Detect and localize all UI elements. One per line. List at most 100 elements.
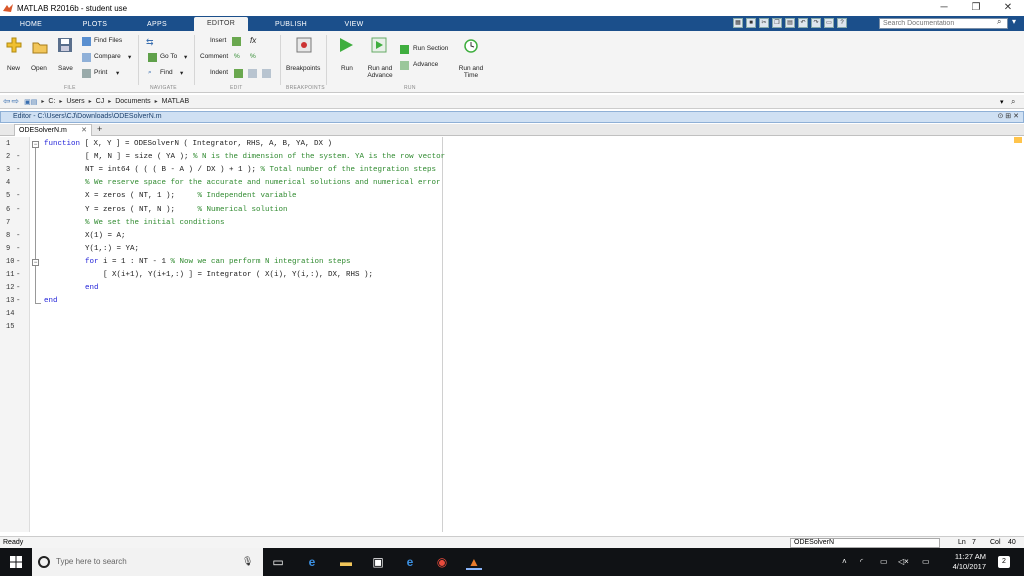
breakpoint-marker[interactable]: -	[16, 151, 21, 164]
task-view-icon[interactable]: ▭	[270, 554, 286, 570]
paste-icon[interactable]: ▤	[785, 18, 795, 28]
comment-icon[interactable]: %	[234, 53, 240, 60]
breakpoint-marker[interactable]: -	[16, 243, 21, 256]
editor-window-controls[interactable]: ⊙ ⊞ ✕	[998, 112, 1020, 122]
new-icon[interactable]	[6, 37, 22, 53]
chevron-down-icon[interactable]: ▾	[128, 53, 131, 61]
breakpoint-marker[interactable]: -	[16, 282, 21, 295]
decrease-indent-icon[interactable]	[262, 69, 271, 78]
breadcrumb-drive[interactable]: C:	[48, 98, 55, 105]
code-line[interactable]: 10- − for i = 1 : NT - 1 % Now we can perf…	[0, 256, 1024, 269]
close-icon[interactable]: ✕	[81, 125, 87, 136]
internet-explorer-icon[interactable]: e	[402, 554, 418, 570]
breakpoint-marker[interactable]: -	[16, 190, 21, 203]
tab-editor[interactable]: EDITOR	[194, 17, 248, 31]
find-files-button[interactable]: Find Files	[94, 37, 122, 44]
code-line[interactable]: 5- X = zeros ( NT, 1 ); % Independent var…	[0, 190, 1024, 203]
add-tab-icon[interactable]: +	[97, 124, 102, 135]
open-button[interactable]: Open	[31, 65, 47, 72]
code-line[interactable]: 2- [ M, N ] = size ( YA ); % N is the dim…	[0, 151, 1024, 164]
code-line[interactable]: 12- end	[0, 282, 1024, 295]
notification-center-icon[interactable]: 2	[998, 556, 1010, 568]
advance-button[interactable]: Advance	[413, 61, 438, 68]
tab-publish[interactable]: PUBLISH	[262, 18, 320, 31]
breadcrumb-cj[interactable]: CJ	[96, 98, 105, 105]
matlab-taskbar-icon[interactable]: ▲	[466, 554, 482, 570]
file-explorer-icon[interactable]: ▬	[338, 554, 354, 570]
fold-toggle-icon[interactable]: −	[32, 141, 39, 148]
code-line[interactable]: 6- Y = zeros ( NT, N ); % Numerical solut…	[0, 204, 1024, 217]
breakpoint-marker[interactable]: -	[16, 269, 21, 282]
run-and-time-button[interactable]: Run and Time	[457, 65, 485, 79]
fx-icon[interactable]: fx	[250, 36, 256, 45]
close-icon[interactable]: ✕	[992, 0, 1024, 16]
chevron-up-icon[interactable]: ˄	[842, 557, 847, 566]
find-button[interactable]: Find	[160, 69, 173, 76]
chevron-down-icon[interactable]: ▾	[116, 69, 119, 77]
breakpoint-marker[interactable]: -	[16, 164, 21, 177]
increase-indent-icon[interactable]	[248, 69, 257, 78]
code-line[interactable]: 14	[0, 308, 1024, 321]
window-icon[interactable]: ▭	[824, 18, 834, 28]
code-line[interactable]: 9- Y(1,:) = YA;	[0, 243, 1024, 256]
windows-start-icon[interactable]	[10, 556, 22, 568]
code-line[interactable]: 13- end	[0, 295, 1024, 308]
compare-button[interactable]: Compare	[94, 53, 121, 60]
run-icon[interactable]	[338, 37, 354, 53]
breakpoints-icon[interactable]	[296, 37, 312, 53]
taskbar-search[interactable]: Type here to search 🎙	[32, 548, 263, 576]
search-folder-icon[interactable]: ⌕	[1011, 97, 1015, 107]
indent-button[interactable]: Indent	[210, 69, 228, 76]
run-and-advance-icon[interactable]	[371, 37, 387, 53]
battery-icon[interactable]: ▭	[880, 557, 888, 566]
tab-view[interactable]: VIEW	[330, 18, 378, 31]
taskbar-clock[interactable]: 11:27 AM 4/10/2017	[948, 552, 986, 572]
tab-odesolvern[interactable]: ODESolverN.m ✕	[14, 124, 92, 136]
comment-button[interactable]: Comment	[200, 53, 228, 60]
breakpoints-button[interactable]: Breakpoints	[286, 65, 320, 72]
code-line[interactable]: 15	[0, 321, 1024, 334]
code-editor[interactable]: 1− function [ X, Y ] = ODESolverN ( Integ…	[0, 137, 1024, 532]
code-line[interactable]: 11- [ X(i+1), Y(i+1,:) ] = Integrator ( …	[0, 269, 1024, 282]
collapse-ribbon-icon[interactable]: ▾	[1012, 17, 1016, 26]
new-button[interactable]: New	[7, 65, 20, 72]
tab-home[interactable]: HOME	[8, 18, 54, 31]
code-line[interactable]: 8- X(1) = A;	[0, 230, 1024, 243]
tab-apps[interactable]: APPS	[134, 18, 180, 31]
breakpoint-marker[interactable]: -	[16, 256, 21, 269]
code-line[interactable]: 7 % We set the initial conditions	[0, 217, 1024, 230]
microphone-icon[interactable]: 🎙	[242, 556, 253, 567]
chevron-down-icon[interactable]: ▾	[1000, 98, 1004, 106]
cut-icon[interactable]: ✂	[759, 18, 769, 28]
code-line[interactable]: 1 − function [ X, Y ] = ODESolverN ( Integ…	[0, 138, 1024, 151]
help-icon[interactable]: ?	[837, 18, 847, 28]
search-icon[interactable]: ⌕	[997, 17, 1001, 27]
breadcrumb-matlab[interactable]: MATLAB	[162, 98, 190, 105]
volume-icon[interactable]: ◁×	[898, 557, 909, 566]
breadcrumb-users[interactable]: Users	[66, 98, 84, 105]
back-forward-icon[interactable]: ⇆	[146, 37, 154, 48]
back-forward-icon[interactable]: ⇦⇨	[3, 96, 20, 107]
uncomment-icon[interactable]: %	[250, 53, 256, 60]
address-bar[interactable]: ⇦⇨ ▣▤ ▸ C: ▸ Users ▸ CJ ▸ Documents ▸ MA…	[0, 95, 1024, 109]
breakpoint-marker[interactable]: -	[16, 204, 21, 217]
save-button[interactable]: Save	[58, 65, 73, 72]
indent-icon[interactable]	[234, 69, 243, 78]
chrome-icon[interactable]: ◉	[434, 554, 450, 570]
wifi-icon[interactable]: ◜	[860, 557, 863, 566]
keyboard-icon[interactable]: ▭	[922, 557, 930, 566]
copy-icon[interactable]: ❐	[772, 18, 782, 28]
code-line[interactable]: 4 % We reserve space for the accurate and…	[0, 177, 1024, 190]
breadcrumb-documents[interactable]: Documents	[115, 98, 150, 105]
up-folder-icon[interactable]: ▣▤	[24, 98, 37, 106]
redo-icon[interactable]: ↷	[811, 18, 821, 28]
minimize-icon[interactable]: ─	[928, 0, 960, 16]
breakpoint-marker[interactable]: -	[16, 230, 21, 243]
maximize-icon[interactable]: ❐	[960, 0, 992, 16]
insert-button[interactable]: Insert	[210, 37, 226, 44]
run-and-advance-button[interactable]: Run and Advance	[366, 65, 394, 79]
open-folder-icon[interactable]	[32, 39, 48, 55]
undo-icon[interactable]: ↶	[798, 18, 808, 28]
layout-icon[interactable]: ▦	[733, 18, 743, 28]
save-disk-icon[interactable]	[57, 37, 73, 53]
